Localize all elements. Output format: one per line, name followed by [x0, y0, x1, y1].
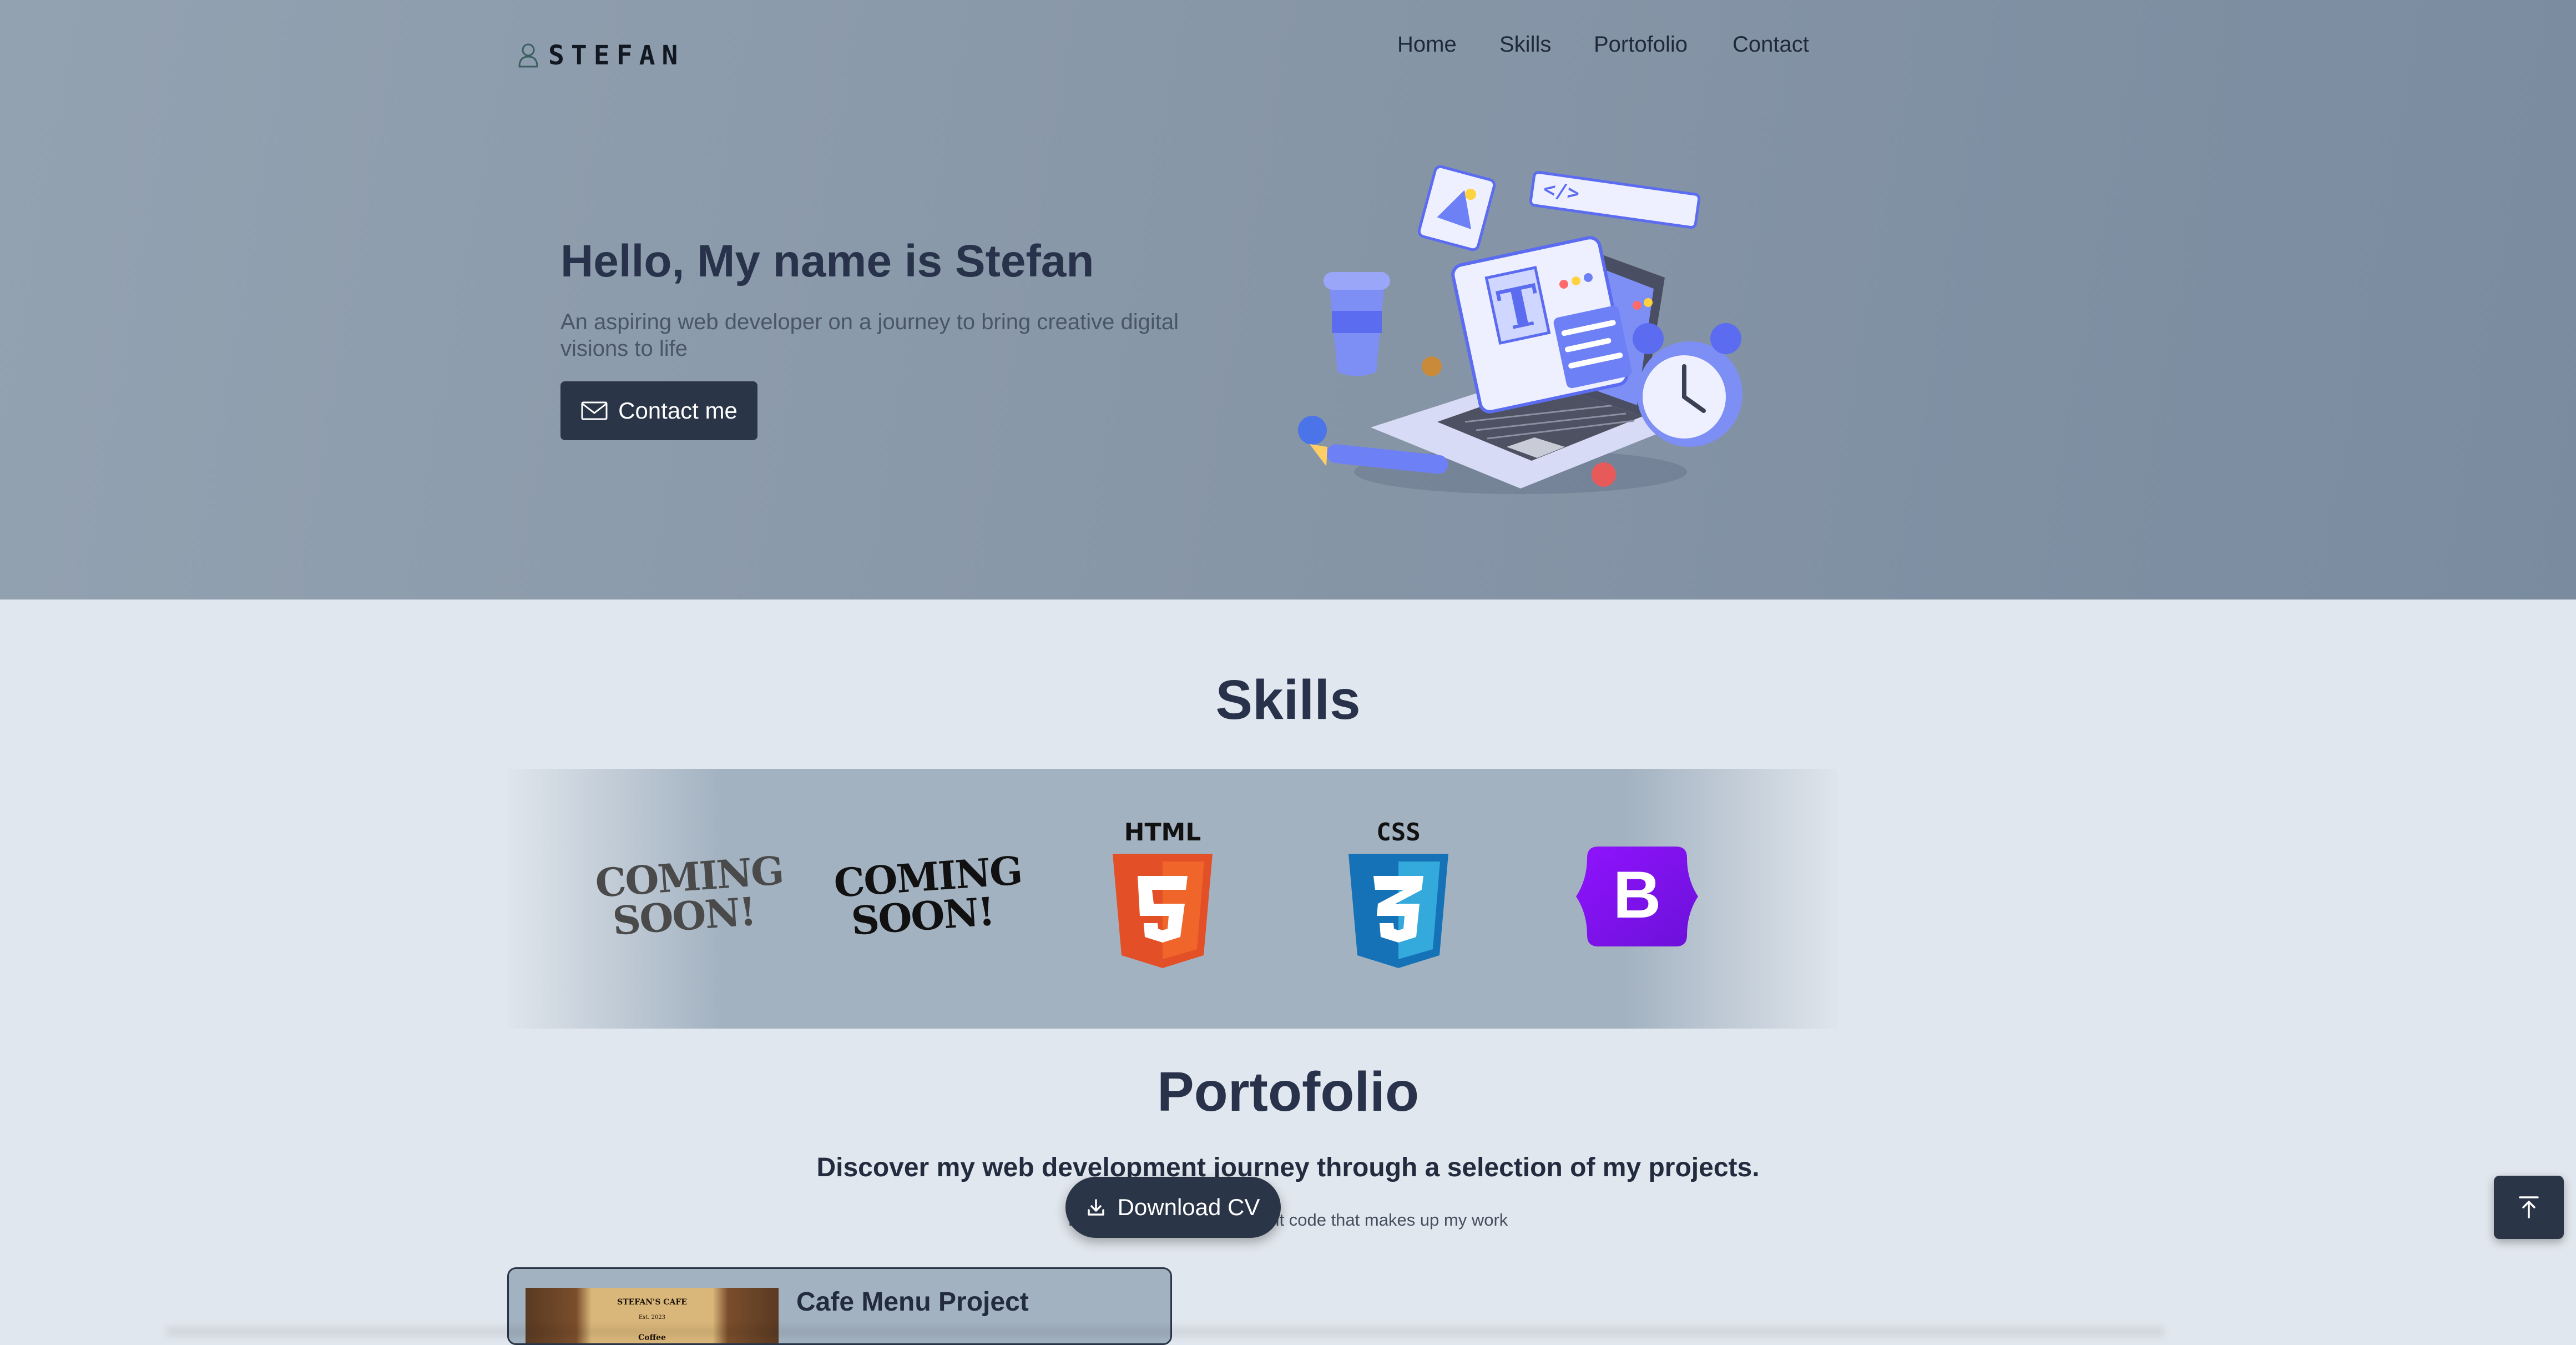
arrow-up-to-top-icon	[2519, 1196, 2539, 1218]
coming-soon-label: COMING SOON!	[832, 847, 1023, 944]
portfolio-title: Portofolio	[1156, 1061, 1420, 1123]
nav-skills[interactable]: Skills	[1499, 32, 1551, 57]
page-bottom-shadow	[166, 1327, 2164, 1337]
portfolio-subtitle: Discover my web development journey thro…	[816, 1153, 1760, 1182]
hero-title: Hello, My name is Stefan	[560, 236, 1094, 286]
coming-soon-label: COMING SOON!	[594, 847, 785, 944]
download-cv-button[interactable]: Download CV	[1065, 1177, 1281, 1238]
skills-title: Skills	[1215, 669, 1361, 731]
html5-logo-icon: HTML	[1113, 820, 1213, 968]
bootstrap-logo-icon: B	[1576, 847, 1698, 946]
nav-home[interactable]: Home	[1397, 32, 1457, 57]
html5-label: HTML	[1124, 820, 1201, 847]
scroll-to-top-button[interactable]	[2494, 1176, 2564, 1239]
project-title: Cafe Menu Project	[796, 1287, 1029, 1317]
skill-coming-soon-2: COMING SOON!	[832, 838, 1023, 949]
skill-coming-soon-1: COMING SOON!	[594, 838, 785, 949]
main-nav: Home Skills Portofolio Contact	[0, 32, 2576, 66]
laptop-workspace-illustration: T </>	[1298, 165, 1742, 494]
contact-me-button[interactable]: Contact me	[560, 381, 757, 440]
thumb-title: STEFAN'S CAFE	[617, 1298, 687, 1307]
thumb-subtitle: Est. 2023	[638, 1314, 666, 1321]
download-icon	[1087, 1199, 1104, 1216]
contact-me-label: Contact me	[618, 397, 738, 424]
bootstrap-label: B	[1613, 858, 1661, 932]
envelope-icon	[581, 401, 608, 420]
nav-portofolio[interactable]: Portofolio	[1594, 32, 1688, 57]
hero-subtitle: An aspiring web developer on a journey t…	[560, 310, 1179, 361]
portfolio-description: Dive in and explore the excit code that …	[1068, 1210, 1508, 1230]
css3-logo-icon: CSS	[1348, 820, 1448, 968]
css3-label: CSS	[1376, 820, 1420, 847]
download-cv-label: Download CV	[1117, 1194, 1260, 1220]
nav-contact[interactable]: Contact	[1733, 32, 1809, 57]
